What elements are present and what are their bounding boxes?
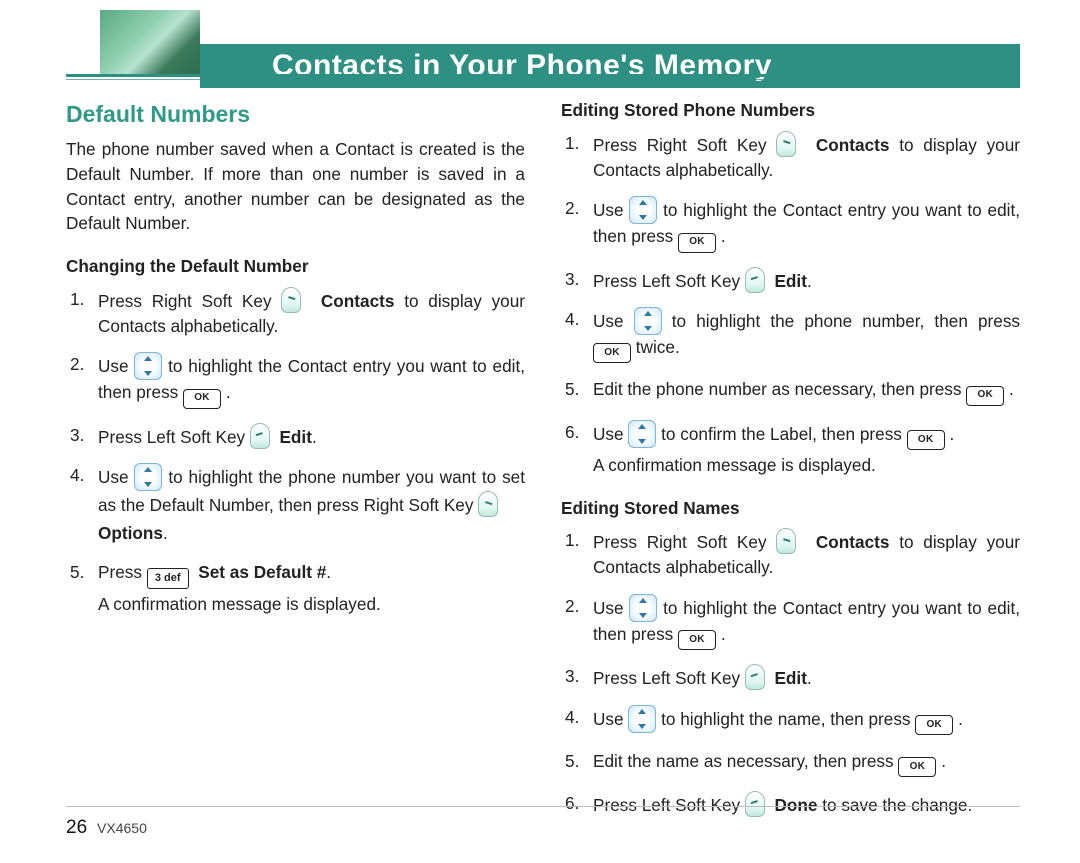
step: Edit the phone number as necessary, then… [561, 377, 1020, 405]
right-soft-key-icon [776, 131, 796, 157]
nav-key-icon [134, 352, 162, 380]
step: Use to confirm the Label, then press OK … [561, 420, 1020, 478]
nav-key-icon [629, 594, 657, 622]
step: Press Left Soft Key Edit. [561, 267, 1020, 294]
step: Press Right Soft Key Contacts to display… [561, 131, 1020, 183]
right-column: Editing Stored Phone Numbers Press Right… [561, 94, 1020, 789]
step: Press Left Soft Key Edit. [561, 664, 1020, 691]
step: Use to highlight the Contact entry you w… [66, 352, 525, 408]
right-soft-key-icon [776, 528, 796, 554]
ok-key-icon: OK [183, 389, 221, 409]
steps-changing-default: Press Right Soft Key Contacts to display… [66, 287, 525, 617]
ok-key-icon: OK [678, 233, 716, 253]
step: Use to highlight the name, then press OK… [561, 705, 1020, 735]
intro-paragraph: The phone number saved when a Contact is… [66, 137, 525, 236]
divider [66, 79, 1020, 80]
ok-key-icon: OK [966, 386, 1004, 406]
divider [66, 74, 1020, 77]
page-title: Contacts in Your Phone's Memory [200, 44, 1020, 88]
steps-edit-names: Press Right Soft Key Contacts to display… [561, 528, 1020, 818]
right-soft-key-icon [478, 491, 498, 517]
step: Press Right Soft Key Contacts to display… [561, 528, 1020, 580]
ok-key-icon: OK [593, 343, 631, 363]
subsection-heading: Editing Stored Phone Numbers [561, 98, 1020, 123]
header-photo [100, 10, 200, 74]
key-3-icon: 3 def [147, 568, 189, 589]
ok-key-icon: OK [678, 630, 716, 650]
right-soft-key-icon [281, 287, 301, 313]
step: Press Left Soft Key Done to save the cha… [561, 791, 1020, 818]
ok-key-icon: OK [898, 757, 936, 777]
step: Press Right Soft Key Contacts to display… [66, 287, 525, 339]
step: Edit the name as necessary, then press O… [561, 749, 1020, 777]
left-soft-key-icon [745, 267, 765, 293]
nav-key-icon [628, 420, 656, 448]
step: Press Left Soft Key Edit. [66, 423, 525, 450]
step: Use to highlight the Contact entry you w… [561, 594, 1020, 650]
ok-key-icon: OK [907, 430, 945, 450]
nav-key-icon [634, 307, 662, 335]
left-soft-key-icon [250, 423, 270, 449]
left-column: Default Numbers The phone number saved w… [66, 94, 525, 789]
step: Use to highlight the phone number, then … [561, 307, 1020, 363]
section-heading: Default Numbers [66, 98, 525, 131]
steps-edit-numbers: Press Right Soft Key Contacts to display… [561, 131, 1020, 478]
nav-key-icon [134, 463, 162, 491]
left-soft-key-icon [745, 664, 765, 690]
step: Press 3 def Set as Default #. A confirma… [66, 560, 525, 617]
nav-key-icon [629, 196, 657, 224]
page-number: 26 [66, 817, 87, 838]
step: Use to highlight the phone number you wa… [66, 463, 525, 546]
divider [66, 806, 1020, 807]
ok-key-icon: OK [915, 715, 953, 735]
footer: 26 VX4650 [66, 817, 147, 839]
left-soft-key-icon [745, 791, 765, 817]
step: Use to highlight the Contact entry you w… [561, 196, 1020, 252]
nav-key-icon [628, 705, 656, 733]
subsection-heading: Changing the Default Number [66, 254, 525, 279]
model-label: VX4650 [97, 820, 147, 836]
subsection-heading: Editing Stored Names [561, 496, 1020, 521]
